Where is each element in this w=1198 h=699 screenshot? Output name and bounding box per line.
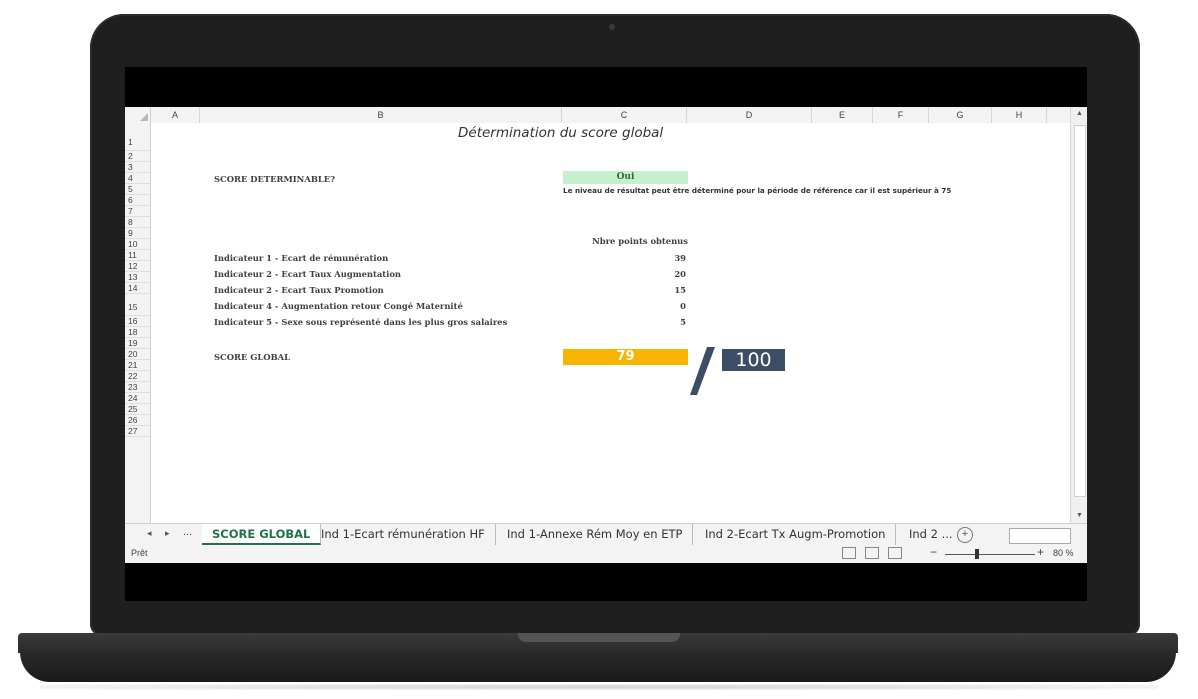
- zoom-slider[interactable]: [945, 554, 1035, 555]
- determinable-note: Le niveau de résultat peut être détermin…: [563, 186, 952, 195]
- tab-ind2-ecart-tx[interactable]: Ind 2-Ecart Tx Augm-Promotion: [695, 524, 897, 545]
- indicator-value-4: 0: [680, 301, 686, 311]
- row-header-13[interactable]: 13: [125, 272, 150, 283]
- row-header-24[interactable]: 24: [125, 393, 150, 404]
- row-header-26[interactable]: 26: [125, 415, 150, 426]
- tab-ind2-more[interactable]: Ind 2 ...: [899, 524, 963, 545]
- indicator-label-3: Indicateur 2 - Ecart Taux Promotion: [214, 285, 384, 295]
- indicator-value-5: 5: [680, 317, 686, 327]
- page-break-view-icon[interactable]: [888, 547, 902, 559]
- row-header-25[interactable]: 25: [125, 404, 150, 415]
- status-bar: Prêt − + 80 %: [125, 545, 1087, 563]
- sheet-tab-bar: ◂ ▸ ... SCORE GLOBAL Ind 1-Ecart rémunér…: [125, 523, 1087, 546]
- col-header-e[interactable]: E: [812, 107, 873, 123]
- row-header-11[interactable]: 11: [125, 250, 150, 261]
- indicator-value-2: 20: [674, 269, 686, 279]
- cell-grid[interactable]: Détermination du score global SCORE DETE…: [151, 123, 1070, 523]
- row-header-20[interactable]: 20: [125, 349, 150, 360]
- row-header-2[interactable]: 2: [125, 151, 150, 162]
- indicator-value-1: 39: [674, 253, 686, 263]
- excel-window: A B C D E F G H 1 2 3 4 5 6 7 8 9 10 11 …: [125, 107, 1087, 563]
- row-header-4[interactable]: 4: [125, 173, 150, 184]
- zoom-in-button[interactable]: +: [1037, 545, 1044, 559]
- column-header: A B C D E F G H: [125, 107, 1070, 124]
- score-global-label: SCORE GLOBAL: [214, 352, 291, 362]
- scroll-down-icon[interactable]: ▼: [1071, 509, 1087, 523]
- tab-prev-icon[interactable]: ◂: [147, 528, 152, 539]
- indicator-label-2: Indicateur 2 - Ecart Taux Augmentation: [214, 269, 402, 279]
- row-header-21[interactable]: 21: [125, 360, 150, 371]
- tab-next-icon[interactable]: ▸: [165, 528, 170, 539]
- tab-ind1-annexe[interactable]: Ind 1-Annexe Rém Moy en ETP: [497, 524, 694, 545]
- score-max-value: 100: [722, 349, 785, 371]
- scrollbar-thumb[interactable]: [1074, 125, 1086, 497]
- tab-ind1-ecart-remuneration[interactable]: Ind 1-Ecart rémunération HF: [311, 524, 496, 545]
- indicator-value-3: 15: [674, 285, 686, 295]
- row-header-18[interactable]: 18: [125, 327, 150, 338]
- row-header-22[interactable]: 22: [125, 371, 150, 382]
- indicator-label-4: Indicateur 4 - Augmentation retour Congé…: [214, 301, 463, 311]
- col-header-g[interactable]: G: [929, 107, 992, 123]
- select-all-corner[interactable]: [125, 107, 151, 123]
- row-header-6[interactable]: 6: [125, 195, 150, 206]
- row-header-5[interactable]: 5: [125, 184, 150, 195]
- row-header-9[interactable]: 9: [125, 228, 150, 239]
- row-header-15[interactable]: 15: [125, 294, 150, 316]
- points-header: Nbre points obtenus: [592, 236, 688, 246]
- row-header-1[interactable]: 1: [125, 123, 150, 151]
- laptop-shadow: [40, 684, 1158, 690]
- page-layout-view-icon[interactable]: [865, 547, 879, 559]
- row-header-23[interactable]: 23: [125, 382, 150, 393]
- col-header-f[interactable]: F: [873, 107, 929, 123]
- zoom-level[interactable]: 80 %: [1053, 548, 1074, 558]
- row-header-10[interactable]: 10: [125, 239, 150, 250]
- row-header: 1 2 3 4 5 6 7 8 9 10 11 12 13 14 15 16 1…: [125, 123, 151, 523]
- row-header-12[interactable]: 12: [125, 261, 150, 272]
- row-header-27[interactable]: 27: [125, 426, 150, 437]
- col-header-a[interactable]: A: [151, 107, 200, 123]
- status-ready-text: Prêt: [131, 548, 148, 558]
- horizontal-scrollbar[interactable]: [1009, 528, 1071, 544]
- scroll-up-icon[interactable]: ▲: [1071, 107, 1087, 121]
- tab-more-icon[interactable]: ...: [183, 526, 192, 538]
- col-header-h[interactable]: H: [992, 107, 1047, 123]
- tab-score-global[interactable]: SCORE GLOBAL: [202, 524, 322, 545]
- zoom-slider-thumb[interactable]: [975, 549, 979, 559]
- determinable-value: Oui: [563, 171, 688, 184]
- row-header-14[interactable]: 14: [125, 283, 150, 294]
- normal-view-icon[interactable]: [842, 547, 856, 559]
- vertical-scrollbar[interactable]: ▲ ▼: [1070, 107, 1087, 523]
- sheet-title: Détermination du score global: [458, 125, 664, 141]
- add-sheet-icon[interactable]: +: [957, 527, 973, 543]
- row-header-8[interactable]: 8: [125, 217, 150, 228]
- score-global-value: 79: [563, 349, 688, 365]
- webcam: [609, 24, 615, 30]
- row-header-7[interactable]: 7: [125, 206, 150, 217]
- col-header-c[interactable]: C: [562, 107, 687, 123]
- slash-divider: [690, 347, 715, 395]
- col-header-b[interactable]: B: [200, 107, 562, 123]
- laptop-screen: A B C D E F G H 1 2 3 4 5 6 7 8 9 10 11 …: [125, 67, 1087, 601]
- indicator-label-5: Indicateur 5 - Sexe sous représenté dans…: [214, 317, 508, 327]
- row-header-3[interactable]: 3: [125, 162, 150, 173]
- determinable-label: SCORE DETERMINABLE?: [214, 174, 336, 184]
- indicator-label-1: Indicateur 1 - Ecart de rémunération: [214, 253, 389, 263]
- row-header-16[interactable]: 16: [125, 316, 150, 327]
- laptop-notch: [518, 633, 680, 642]
- zoom-out-button[interactable]: −: [930, 545, 937, 559]
- row-header-19[interactable]: 19: [125, 338, 150, 349]
- laptop-base-lip: [20, 652, 1176, 682]
- col-header-d[interactable]: D: [687, 107, 812, 123]
